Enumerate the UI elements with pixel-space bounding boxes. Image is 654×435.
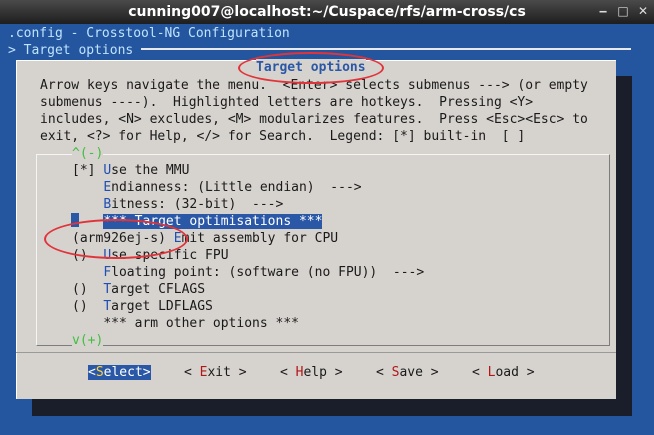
scroll-up-indicator: ^(-) [72,145,104,162]
menu-item-target-optimisations[interactable]: *** Target optimisations *** [72,213,323,230]
selected-item-label: *** Target optimisations *** [103,214,323,229]
hotkey: E [103,180,112,195]
load-button[interactable]: < Load > [472,364,535,381]
help-line-2: submenus ----). Highlighted letters are … [40,95,534,110]
menu-item-floating-point[interactable]: Floating point: (software (no FPU)) ---> [72,264,424,281]
help-button[interactable]: < Help > [280,364,343,381]
hotkey: S [95,365,104,380]
save-button[interactable]: < Save > [376,364,439,381]
menu-item-bitness[interactable]: Bitness: (32-bit) ---> [72,196,283,213]
header-rule [141,48,631,50]
hotkey: E [173,231,182,246]
config-title: .config - Crosstool-NG Configuration [8,26,290,41]
menu-item-arm-other-options[interactable]: *** arm other options *** [72,315,299,332]
menu-item-target-cflags[interactable]: () Target CFLAGS [72,281,205,298]
hotkey: T [103,299,112,314]
window-titlebar: cunning007@localhost:~/Cuspace/rfs/arm-c… [0,0,654,24]
menu-item-use-mmu[interactable]: [*] Use the MMU [72,162,189,179]
exit-button[interactable]: < Exit > [184,364,247,381]
help-line-4: exit, <?> for Help, </> for Search. Lege… [40,129,526,144]
menu-item-emit-assembly[interactable]: (arm926ej-s) Emit assembly for CPU [72,230,338,247]
hotkey: F [103,265,112,280]
minimize-icon[interactable]: ‒ [596,4,610,18]
menu-item-endianness[interactable]: Endianness: (Little endian) ---> [72,179,361,196]
dialog-button-divider [16,352,616,353]
dialog-shadow-bottom [32,399,632,416]
hotkey: T [103,282,112,297]
hotkey: U [103,163,112,178]
dialog-shadow-right [616,76,632,416]
window-title: cunning007@localhost:~/Cuspace/rfs/arm-c… [128,4,526,20]
select-button[interactable]: <Select> [88,364,151,381]
breadcrumb: > Target options [8,43,134,58]
menu-item-specific-fpu[interactable]: () Use specific FPU [72,247,229,264]
dialog-title: Target options [256,59,366,76]
scroll-down-indicator: v(+) [72,332,104,349]
hotkey: B [103,197,112,212]
help-line-3: includes, <N> excludes, <M> modularizes … [40,112,588,127]
help-line-1: Arrow keys navigate the menu. <Enter> se… [40,78,588,93]
menu-item-target-ldflags[interactable]: () Target LDFLAGS [72,298,213,315]
maximize-icon[interactable]: □ [616,4,630,18]
hotkey: U [103,248,112,263]
dialog-border-left [16,60,17,399]
close-icon[interactable]: ✕ [636,4,650,18]
